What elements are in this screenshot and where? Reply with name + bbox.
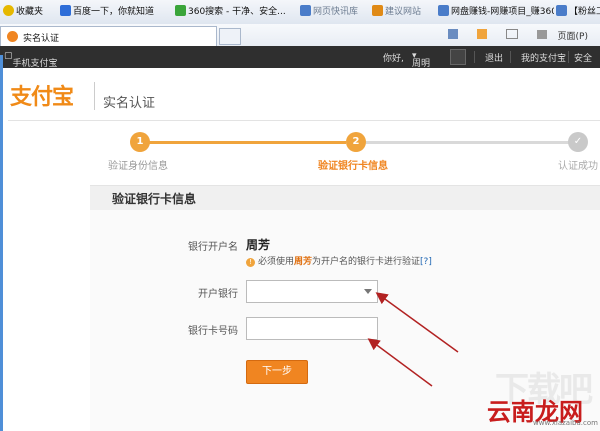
arrow-to-card-input <box>367 338 433 387</box>
watermark-url: www.xiazaiba.com <box>533 419 598 427</box>
arrow-to-bank-select <box>375 292 459 353</box>
